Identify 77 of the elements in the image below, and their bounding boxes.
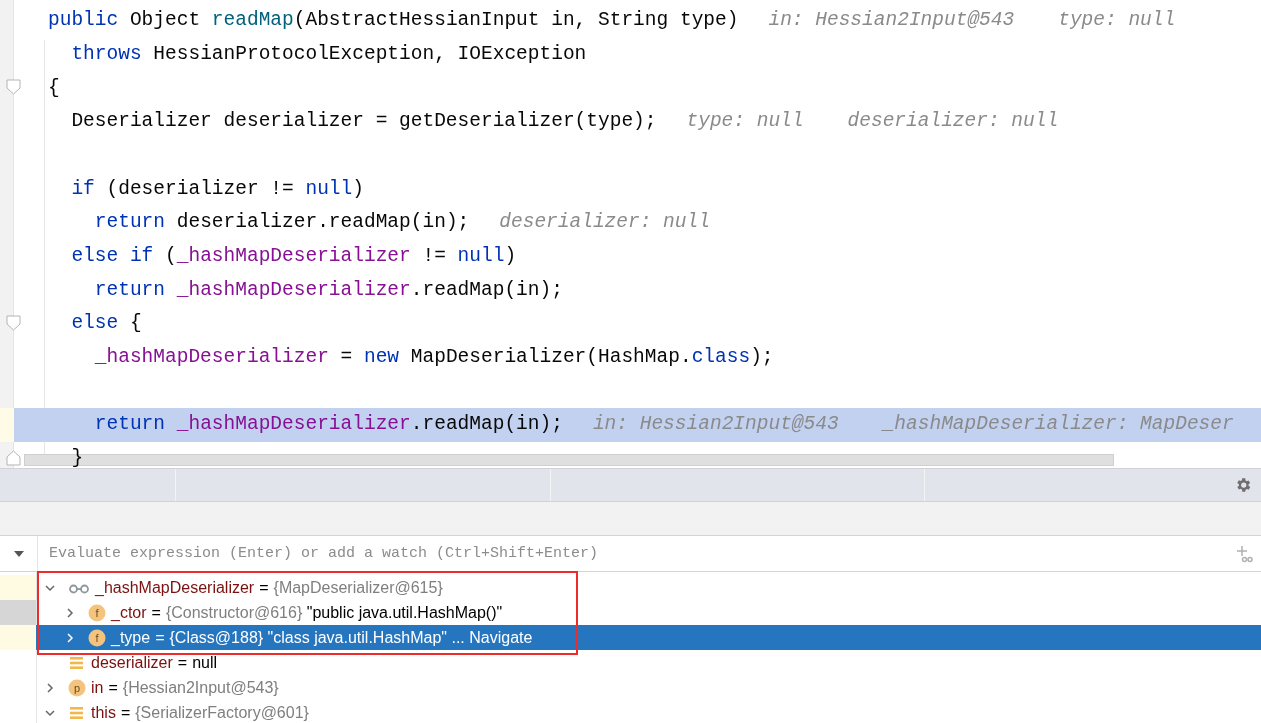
code-text: );: [750, 345, 774, 371]
variable-value: "public java.util.HashMap()": [305, 602, 503, 623]
code-text: readMap: [211, 8, 294, 34]
code-text: Deserializer deserializer = getDeserializer(type);: [70, 109, 657, 135]
chevron-right-icon[interactable]: [64, 606, 76, 619]
equals-sign: =: [155, 627, 165, 648]
code-text: (deserializer !=: [105, 176, 295, 202]
variable-row[interactable]: _hashMapDeserializer = {MapDeserializer@615}: [0, 575, 1261, 600]
code-keyword: return: [93, 277, 166, 303]
code-keyword: else if: [70, 244, 154, 270]
code-text: .readMap(in);: [410, 277, 563, 303]
variable-name: deserializer: [91, 652, 173, 673]
variable-value: "class java.util.HashMap": [266, 627, 447, 648]
code-keyword: class: [691, 345, 751, 371]
inline-value-hint: deserializer: null: [847, 109, 1059, 135]
variable-row[interactable]: deserializer = null: [0, 650, 1261, 675]
code-text: ): [352, 176, 364, 202]
code-text: ): [504, 244, 517, 270]
code-keyword: null: [305, 176, 353, 202]
variable-row[interactable]: this = {SerializerFactory@601}: [0, 700, 1261, 723]
variable-reference: {MapDeserializer@615}: [273, 577, 443, 598]
code-keyword: return: [93, 210, 166, 236]
code-text: }: [70, 446, 84, 468]
inline-value-hint: _hashMapDeserializer: MapDeser: [882, 412, 1234, 438]
code-text: Object: [128, 8, 202, 34]
code-text: !=: [421, 244, 447, 270]
code-text: deserializer.readMap(in);: [175, 210, 470, 236]
inline-value-hint: in: Hessian2Input@543: [592, 412, 839, 438]
variable-reference: {SerializerFactory@601}: [135, 702, 309, 723]
variable-name: _hashMapDeserializer: [95, 577, 255, 598]
chevron-right-icon[interactable]: [64, 631, 76, 644]
inline-value-hint: deserializer: null: [499, 210, 710, 236]
field-icon: f: [88, 603, 106, 622]
code-text: _hashMapDeserializer: [175, 277, 411, 303]
variable-row[interactable]: p in = {Hessian2Input@543}: [0, 675, 1261, 700]
variable-row[interactable]: f _ctor = {Constructor@616} "public java.util.HashMap()": [0, 600, 1261, 625]
chevron-right-icon[interactable]: [44, 681, 56, 694]
code-text: _hashMapDeserializer: [175, 412, 411, 438]
equals-sign: =: [108, 677, 118, 698]
code-text: {: [128, 311, 142, 337]
variable-value: null: [192, 652, 218, 673]
code-text: HessianProtocolException, IOException: [152, 41, 587, 67]
code-text: .readMap(in);: [410, 412, 563, 438]
variable-name: _ctor: [111, 602, 147, 623]
code-keyword: if: [70, 176, 95, 202]
code-keyword: return: [93, 412, 166, 438]
variable-name: _type: [111, 627, 151, 648]
code-editor[interactable]: [0, 0, 1261, 468]
variable-reference: {Hessian2Input@543}: [122, 677, 279, 698]
variable-reference: {Class@188}: [169, 627, 264, 648]
parameter-icon: p: [68, 678, 86, 697]
code-text: _hashMapDeserializer: [176, 244, 411, 270]
variable-row[interactable]: f _type = {Class@188} "class java.util.HashMap" ... Navigate: [0, 625, 1261, 650]
equals-sign: =: [177, 652, 188, 673]
inline-value-hint: in: Hessian2Input@543: [768, 8, 1015, 34]
code-keyword: public: [48, 8, 119, 34]
equals-sign: =: [259, 577, 269, 598]
code-keyword: new: [363, 345, 400, 371]
code-text: {: [48, 75, 60, 101]
variable-reference: {Constructor@616}: [165, 602, 303, 623]
equals-sign: =: [120, 702, 131, 723]
code-keyword: else: [70, 311, 119, 337]
inline-value-hint: type: null: [1058, 8, 1176, 34]
code-keyword: null: [457, 244, 505, 270]
code-text: (: [164, 244, 177, 270]
variable-name: this: [91, 702, 116, 723]
code-text: (AbstractHessianInput in, String type): [293, 8, 739, 34]
navigate-link[interactable]: ... Navigate: [447, 625, 533, 650]
variable-name: in: [91, 677, 104, 698]
inline-value-hint: type: null: [686, 109, 804, 135]
code-keyword: throws: [70, 41, 142, 67]
code-text: =: [339, 345, 354, 371]
field-icon: f: [88, 628, 106, 647]
code-text: MapDeserializer(HashMap.: [409, 345, 692, 371]
code-text: _hashMapDeserializer: [93, 345, 329, 371]
equals-sign: =: [151, 602, 161, 623]
dropdown-caret-icon[interactable]: [12, 549, 25, 558]
